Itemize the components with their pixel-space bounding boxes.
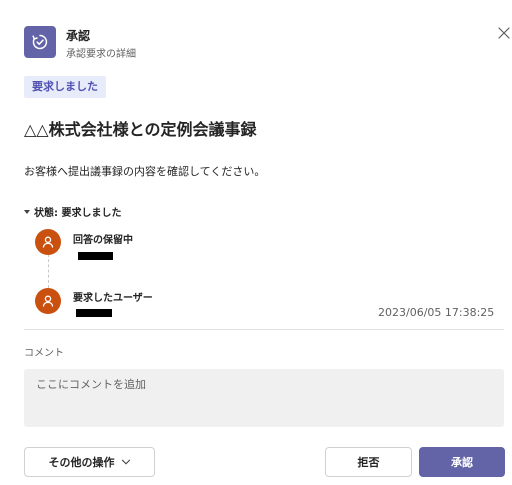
person-icon [42,295,54,307]
avatar [35,288,61,314]
status-section-label: 状態: 要求しました [34,208,122,219]
request-description: お客様へ提出議事録の内容を確認してください。 [24,165,266,178]
approvals-app-icon [24,26,56,58]
more-actions-label: その他の操作 [48,456,115,469]
request-title: △△株式会社様との定例会議事録 [24,120,257,139]
app-title: 承認 [66,29,91,43]
close-icon[interactable] [497,26,511,40]
reject-button[interactable]: 拒否 [325,447,412,477]
avatar [35,229,61,255]
chevron-down-icon [121,459,130,465]
status-badge: 要求しました [24,76,106,98]
app-subtitle: 承認要求の詳細 [66,49,136,60]
step-requester-label: 要求したユーザー [73,293,153,304]
divider [24,329,504,330]
person-icon [42,236,54,248]
request-timestamp: 2023/06/05 17:38:25 [378,306,495,319]
approve-button[interactable]: 承認 [419,447,505,477]
more-actions-button[interactable]: その他の操作 [24,447,155,477]
step-pending-label: 回答の保留中 [73,235,133,246]
status-section-toggle[interactable]: 状態: 要求しました [24,204,121,219]
redacted-name [76,309,112,317]
approvals-icon [32,34,48,50]
comment-input[interactable] [24,369,504,427]
timeline-connector [48,254,49,288]
chevron-down-icon [24,209,30,214]
comment-label: コメント [24,348,64,359]
redacted-name [78,252,113,260]
